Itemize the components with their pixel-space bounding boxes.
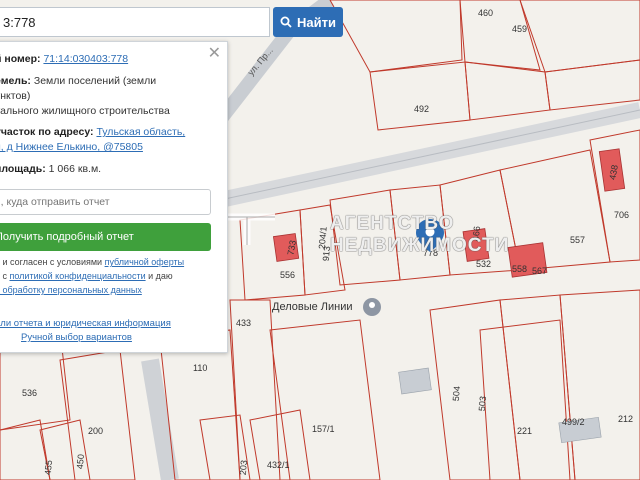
- search-input[interactable]: [0, 7, 270, 37]
- consent-line: н и согласен с условиями: [0, 257, 105, 267]
- plot-label: 504: [451, 386, 462, 402]
- privacy-policy-link[interactable]: политикой конфиденциальности: [9, 271, 145, 281]
- cadastral-number-link[interactable]: 71:14:030403:778: [43, 53, 128, 65]
- plot-label: 200: [88, 426, 103, 436]
- plot-label: 556: [280, 270, 295, 280]
- watermark-line: НЕДВИЖИМОСТИ: [330, 235, 510, 256]
- consent-text: н и согласен с условиями публичной оферт…: [0, 255, 184, 297]
- cadastral-label: й номер:: [0, 53, 41, 65]
- plot-label: 558: [512, 264, 527, 274]
- plot-label: 532: [476, 259, 491, 269]
- search-button[interactable]: Найти: [273, 7, 343, 37]
- watermark-text: АГЕНТСТВО НЕДВИЖИМОСТИ: [330, 213, 509, 257]
- plot-label: 432/1: [267, 460, 290, 470]
- plot-label: 706: [614, 210, 629, 220]
- plot-label: 157/1: [312, 424, 335, 434]
- plot-label: 557: [570, 235, 585, 245]
- address-line2: н, д Нижнее Елькино, @75805: [0, 140, 143, 155]
- plot-label: 212: [618, 414, 633, 424]
- consent-line: и даю: [145, 271, 173, 281]
- plot-label: 536: [22, 388, 37, 398]
- category-label: емель:: [0, 75, 31, 87]
- plot-label: 499/2: [562, 417, 585, 427]
- category-value-line2: унктов): [0, 90, 31, 102]
- plot-label: 221: [517, 426, 532, 436]
- plot-label: 110: [193, 363, 207, 373]
- plot-label: 203: [238, 460, 249, 476]
- plot-label: 433: [236, 318, 251, 328]
- personal-data-link[interactable]: а обработку персональных данных: [0, 285, 142, 295]
- poi-icon[interactable]: [363, 298, 381, 316]
- permitted-use: уального жилищного строительства: [0, 105, 170, 117]
- search-button-label: Найти: [297, 14, 336, 30]
- plot-label: 492: [414, 104, 429, 114]
- search-icon: [280, 16, 292, 28]
- address-row: участок по адресу: Тульская область,: [0, 125, 185, 140]
- offer-link[interactable]: публичной оферты: [105, 257, 185, 267]
- report-details-link[interactable]: али отчета и юридическая информация: [0, 318, 171, 329]
- plot-label: 460: [478, 8, 493, 18]
- cadastral-number-row: й номер: 71:14:030403:778: [0, 52, 128, 67]
- plot-label: 455: [43, 460, 54, 476]
- land-category-row: емель: Земли поселений (земли: [0, 74, 156, 89]
- area-value: 1 066 кв.м.: [48, 163, 102, 175]
- watermark-line: АГЕНТСТВО: [330, 213, 455, 234]
- panel-links: али отчета и юридическая информация Ручн…: [0, 317, 171, 345]
- area-row: площадь: 1 066 кв.м.: [0, 162, 101, 177]
- category-value: Земли поселений (земли: [33, 75, 157, 87]
- plot-label: 503: [477, 396, 488, 412]
- get-report-button[interactable]: Получить подробный отчет: [0, 223, 211, 251]
- address-link[interactable]: Тульская область,: [96, 126, 185, 138]
- address-label: участок по адресу:: [0, 126, 94, 138]
- plot-info-panel: ✕ й номер: 71:14:030403:778 емель: Земли…: [0, 41, 228, 353]
- manual-selection-link[interactable]: Ручной выбор вариантов: [21, 332, 132, 343]
- plot-label: 450: [75, 454, 86, 470]
- email-field[interactable]: [0, 189, 211, 215]
- close-icon[interactable]: ✕: [208, 46, 221, 62]
- plot-label: 459: [512, 24, 527, 34]
- plot-label: 567: [532, 266, 547, 276]
- poi-label[interactable]: Деловые Линии: [272, 301, 353, 313]
- address-link-line2[interactable]: н, д Нижнее Елькино, @75805: [0, 141, 143, 153]
- area-label: площадь:: [0, 163, 46, 175]
